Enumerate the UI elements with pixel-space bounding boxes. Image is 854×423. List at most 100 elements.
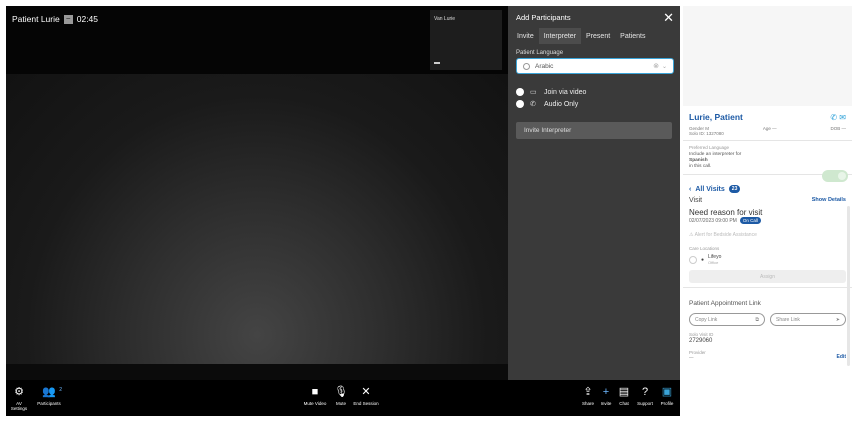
radio-button[interactable] xyxy=(516,100,524,108)
bell-icon: ⚠ xyxy=(689,232,694,238)
control-label: Support xyxy=(637,401,653,406)
av-settings-button[interactable]: ⚙ AV Settings xyxy=(8,386,30,411)
age-value: — xyxy=(772,126,777,131)
patient-header: Lurie, Patient ✆ ✉ xyxy=(683,106,852,122)
chevron-left-icon: ‹ xyxy=(689,185,692,193)
participants-count-badge: 2 xyxy=(59,387,62,393)
close-icon: ✕ xyxy=(361,386,371,398)
visit-reason: Need reason for visit xyxy=(689,208,763,217)
appointment-link-label: Patient Appointment Link xyxy=(689,300,761,307)
control-label: Participants xyxy=(37,401,61,406)
all-visits-label: All Visits xyxy=(695,185,725,193)
participant-tabs: Invite Interpreter Present Patients xyxy=(508,28,680,44)
assign-button[interactable]: Assign xyxy=(689,270,846,283)
option-audio-only[interactable]: ✆ Audio Only xyxy=(516,98,680,110)
video-camera-icon: ■ xyxy=(311,386,319,398)
chat-icon: ▤ xyxy=(618,386,630,398)
copy-link-button[interactable]: Copy Link ⧉ xyxy=(689,313,765,326)
minimize-icon[interactable]: − xyxy=(63,14,73,24)
visit-date-row: 02/07/2023 09:00 PM On Call xyxy=(683,217,852,224)
dob-value: — xyxy=(841,126,847,131)
share-link-label: Share Link xyxy=(776,316,800,323)
close-icon[interactable]: ✕ xyxy=(663,11,674,24)
mute-video-button[interactable]: ■ Mute Video xyxy=(302,386,328,406)
control-label: Mute Video xyxy=(303,401,327,406)
radio-button[interactable] xyxy=(689,256,697,264)
option-label: Join via video xyxy=(544,88,587,96)
provider-section: Provider — Edit xyxy=(683,344,852,360)
care-locations-section: Care Locations ● Lifeyo Office xyxy=(683,238,852,266)
control-label: Share xyxy=(581,401,594,406)
control-label: End Session xyxy=(353,401,379,406)
care-location-option[interactable]: ● Lifeyo Office xyxy=(689,254,846,266)
invite-button[interactable]: + Invite xyxy=(598,386,614,406)
invite-interpreter-button[interactable]: Invite Interpreter xyxy=(516,122,672,139)
tab-patients[interactable]: Patients xyxy=(615,28,650,44)
send-icon: ➤ xyxy=(835,316,840,323)
phone-icon: ✆ xyxy=(530,101,536,108)
video-camera-icon: ▭ xyxy=(530,89,537,96)
self-view[interactable]: Van Lurie xyxy=(430,10,502,70)
patient-call-label: Patient Lurie − 02:45 xyxy=(12,14,98,24)
chat-button[interactable]: ▤ Chat xyxy=(616,386,632,406)
edit-provider-link[interactable]: Edit xyxy=(837,354,846,360)
patient-full-name: Lurie, Patient xyxy=(689,112,743,122)
profile-button[interactable]: ▣ Profile xyxy=(658,386,676,406)
video-area: Patient Lurie − 02:45 Van Lurie xyxy=(6,6,508,380)
tab-present[interactable]: Present xyxy=(581,28,615,44)
panel-title: Add Participants xyxy=(516,12,571,22)
preferred-language-section: Preferred Language Include an interprete… xyxy=(683,145,852,182)
telehealth-screen: Patient Lurie − 02:45 Van Lurie Add Part… xyxy=(0,0,854,423)
mail-icon[interactable]: ✉ xyxy=(839,113,846,122)
add-user-icon: + xyxy=(602,386,610,398)
on-call-badge: On Call xyxy=(739,217,761,224)
remote-video-feed xyxy=(6,74,508,364)
patient-language-label: Patient Language xyxy=(516,50,564,56)
patient-name: Patient Lurie xyxy=(12,14,60,24)
control-label: Profile xyxy=(660,401,674,406)
tab-invite[interactable]: Invite xyxy=(512,28,539,44)
gear-icon: ⚙ xyxy=(14,386,24,398)
location-pin-icon: ● xyxy=(701,257,705,263)
phone-icon[interactable]: ✆ xyxy=(830,113,837,122)
add-participants-panel: Add Participants ✕ Invite Interpreter Pr… xyxy=(508,6,680,380)
tab-interpreter[interactable]: Interpreter xyxy=(538,28,582,44)
panel-header: Add Participants ✕ xyxy=(508,6,680,28)
alert-label: Alert for Bedside Assistance xyxy=(694,232,757,238)
interpreter-prompt: Include an interpreter for xyxy=(689,152,742,157)
solo-id: Solo ID: 1327080 xyxy=(689,131,724,136)
support-button[interactable]: ? Support xyxy=(635,386,655,406)
chevron-down-icon[interactable]: ⌄ xyxy=(662,63,667,70)
control-label: Chat xyxy=(619,401,629,406)
care-locations-label: Care Locations xyxy=(689,246,720,251)
clear-icon[interactable]: ⊗ xyxy=(653,62,659,70)
provider-value: — xyxy=(689,355,694,360)
scrollbar[interactable] xyxy=(847,206,850,366)
participants-button[interactable]: 👥 2 Participants xyxy=(36,386,62,406)
visit-label: Visit xyxy=(689,197,703,204)
mute-button[interactable]: 🎙 Mute xyxy=(332,386,350,406)
control-label: AV Settings xyxy=(10,401,28,411)
self-view-minimize-icon[interactable] xyxy=(434,62,440,64)
call-timer: 02:45 xyxy=(76,14,99,24)
share-link-button[interactable]: Share Link ➤ xyxy=(770,313,846,326)
control-label: Invite xyxy=(600,401,612,406)
preferred-language-label: Preferred Language xyxy=(689,145,730,150)
end-session-button[interactable]: ✕ End Session xyxy=(352,386,380,406)
preferred-language-value: Spanish xyxy=(689,158,708,163)
participants-icon: 👥 xyxy=(42,386,56,398)
help-icon: ? xyxy=(641,386,649,398)
divider xyxy=(683,140,852,141)
radio-button[interactable] xyxy=(516,88,524,96)
alert-bedside-assistance[interactable]: ⚠ Alert for Bedside Assistance xyxy=(683,224,852,238)
location-type: Office xyxy=(708,260,719,265)
interpreter-prompt-end: in this call. xyxy=(689,164,712,169)
option-join-video[interactable]: ▭ Join via video xyxy=(516,86,680,98)
show-details-link[interactable]: Show Details xyxy=(812,197,846,204)
share-button[interactable]: ⇪ Share xyxy=(580,386,596,406)
age-label: Age xyxy=(762,126,771,131)
visit-id-label: Solo Visit ID xyxy=(689,332,714,337)
language-select[interactable]: Arabic ⊗ ⌄ xyxy=(516,58,674,74)
share-icon: ⇪ xyxy=(583,386,593,398)
include-interpreter-toggle[interactable] xyxy=(822,170,848,182)
